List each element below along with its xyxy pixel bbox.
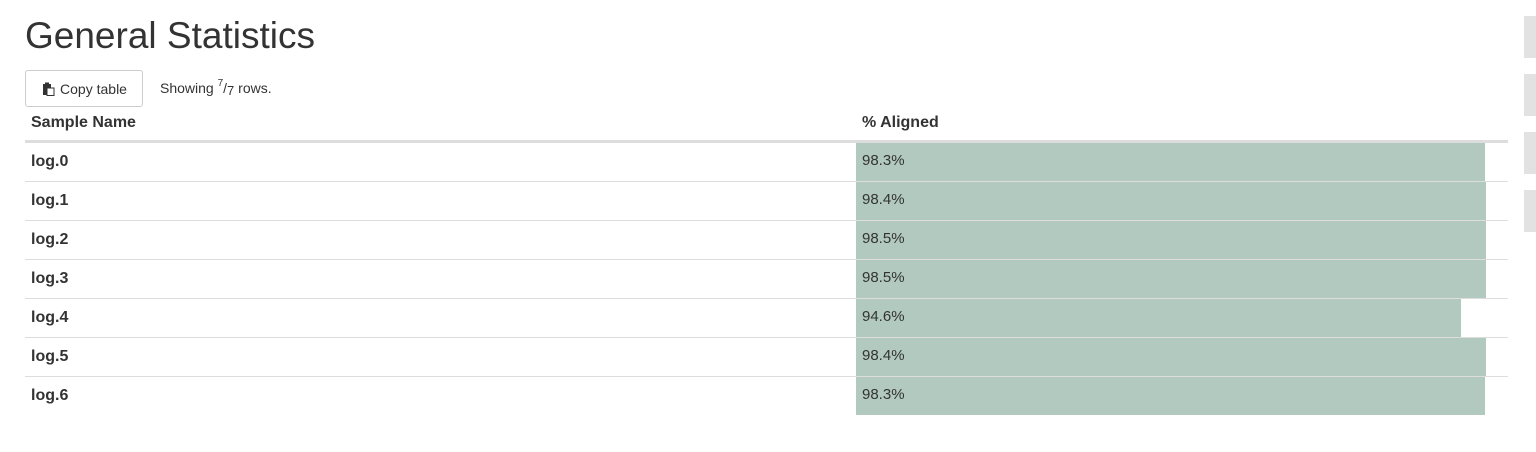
page-title: General Statistics [25,15,315,56]
aligned-cell: 98.5% [856,219,1508,259]
sample-name-cell: log.5 [25,336,856,376]
aligned-bar [856,259,1487,298]
aligned-cell: 98.4% [856,336,1508,376]
sample-name-cell: log.2 [25,219,856,259]
clipboard-icon [41,82,55,96]
table-row: log.5 98.4% [25,336,1508,376]
copy-table-button[interactable]: Copy table [25,70,143,107]
aligned-value: 98.5% [862,229,905,247]
table-row: log.1 98.4% [25,180,1508,220]
side-toolbox-tab[interactable] [1524,132,1536,174]
aligned-cell: 98.5% [856,258,1508,298]
side-toolbox-tab[interactable] [1524,190,1536,232]
aligned-bar [856,337,1486,376]
aligned-bar [856,376,1486,415]
aligned-cell: 98.4% [856,180,1508,220]
side-toolbox-tab[interactable] [1524,74,1536,116]
aligned-value: 98.4% [862,346,905,364]
aligned-value: 98.3% [862,385,905,403]
shown-rows: 7 [217,78,224,89]
sample-name-cell: log.0 [31,152,69,170]
aligned-bar [856,298,1462,337]
aligned-bar [856,181,1486,220]
side-toolbox-tab[interactable] [1524,16,1536,58]
aligned-value: 98.5% [862,268,905,286]
sample-name-cell: log.4 [25,297,856,337]
aligned-cell: 94.6% [856,297,1508,337]
aligned-cell: 98.3% [856,141,1508,181]
general-stats-table: Sample Name % Aligned log.0 98.3% log.1 98.… [25,107,1508,415]
table-row: log.3 98.5% [25,258,1508,298]
column-header-aligned[interactable]: % Aligned [856,107,1508,143]
sample-name-cell: log.3 [25,258,856,298]
sample-name-cell: log.6 [25,375,856,415]
copy-table-label: Copy table [60,80,127,97]
aligned-bar [856,142,1486,181]
sample-name-cell: log.1 [25,180,856,220]
table-row: log.2 98.5% [25,219,1508,259]
total-rows: 7 [227,83,235,98]
aligned-value: 94.6% [862,307,905,325]
aligned-value: 98.4% [862,190,905,208]
aligned-cell: 98.3% [856,375,1508,415]
column-header-sample-name[interactable]: Sample Name [25,107,856,143]
table-row: log.6 98.3% [25,375,1508,415]
table-row: log.4 94.6% [25,297,1508,337]
aligned-value: 98.3% [862,151,905,169]
aligned-bar [856,220,1487,259]
table-row: log.0 98.3% [25,141,1508,181]
rows-count-text: Showing 7/7 rows. [160,78,272,98]
